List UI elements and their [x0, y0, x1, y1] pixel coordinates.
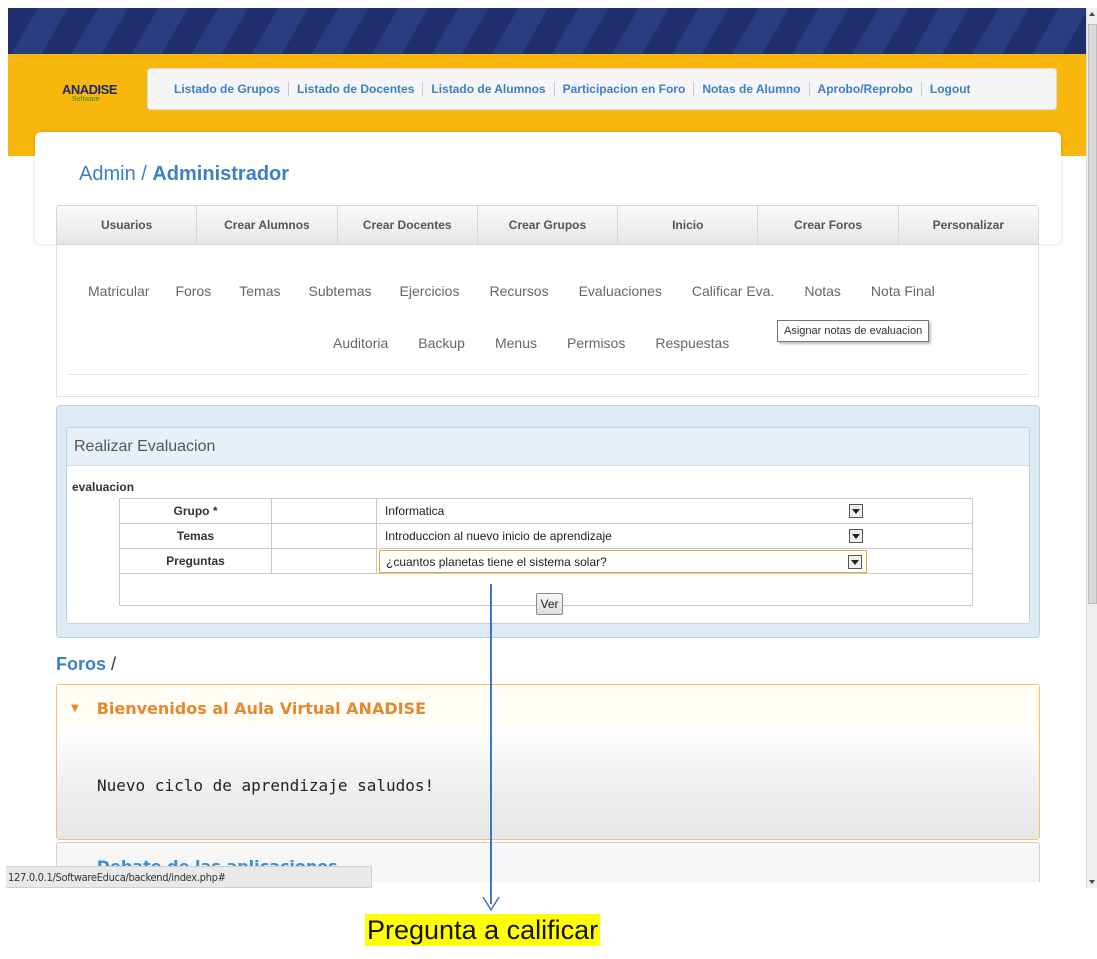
nav-listado-grupos[interactable]: Listado de Grupos [166, 82, 288, 96]
breadcrumb-prefix: Admin / [79, 163, 153, 185]
logo-subtext: Software [72, 96, 100, 103]
logo-text: ANADISE [62, 82, 118, 97]
tab-crear-grupos[interactable]: Crear Grupos [478, 206, 619, 244]
subnav-foros[interactable]: Foros [175, 283, 211, 299]
vertical-scrollbar[interactable] [1086, 8, 1097, 888]
nav-notas-alumno[interactable]: Notas de Alumno [694, 82, 808, 96]
subnav-calificar-eva[interactable]: Calificar Eva. [692, 283, 774, 299]
subnav-notas[interactable]: Notas [804, 283, 841, 299]
subnav-nota-final[interactable]: Nota Final [871, 283, 935, 299]
evaluation-panel-title: Realizar Evaluacion [67, 428, 1029, 466]
top-navigation: Listado de Grupos Listado de Docentes Li… [147, 68, 1057, 110]
foros-title: Foros [56, 654, 107, 674]
field-label-temas: Temas [119, 523, 272, 549]
foros-separator: / [111, 654, 117, 674]
admin-tabs: Usuarios Crear Alumnos Crear Docentes Cr… [56, 205, 1039, 245]
foros-heading: Foros / [56, 654, 116, 675]
forum-accordion-body: Nuevo ciclo de aprendizaje saludos! [57, 731, 1039, 839]
tab-crear-alumnos[interactable]: Crear Alumnos [197, 206, 338, 244]
subnav-subtemas[interactable]: Subtemas [309, 283, 372, 299]
preguntas-select-value: ¿cuantos planetas tiene el sistema solar… [386, 554, 607, 569]
form-label: evaluacion [72, 480, 135, 494]
anadise-logo[interactable]: ANADISE Software [58, 80, 128, 120]
ver-button[interactable]: Ver [536, 593, 563, 615]
subnav-evaluaciones[interactable]: Evaluaciones [579, 283, 662, 299]
forum-accordion-header[interactable]: ▼ Bienvenidos al Aula Virtual ANADISE [57, 685, 1039, 731]
caret-down-icon: ▼ [71, 702, 79, 714]
forum-title: Bienvenidos al Aula Virtual ANADISE [96, 698, 427, 718]
grupo-select-value: Informatica [385, 504, 445, 518]
tab-personalizar[interactable]: Personalizar [899, 206, 1038, 244]
subnav-row-1: Matricular Foros Temas Subtemas Ejercici… [88, 283, 935, 299]
nav-listado-docentes[interactable]: Listado de Docentes [289, 82, 422, 96]
grupo-select[interactable]: Informatica [379, 501, 867, 521]
dropdown-arrow-icon[interactable] [849, 529, 863, 543]
subnav-temas[interactable]: Temas [239, 283, 280, 299]
tab-usuarios[interactable]: Usuarios [57, 206, 198, 244]
browser-status-bar: 127.0.0.1/SoftwareEduca/backend/index.ph… [6, 866, 372, 888]
field-label-preguntas: Preguntas [119, 548, 272, 574]
subnav-permisos[interactable]: Permisos [567, 335, 625, 351]
breadcrumb-current: Administrador [152, 163, 290, 185]
temas-select-value: Introduccion al nuevo inicio de aprendiz… [385, 529, 612, 543]
subnav-backup[interactable]: Backup [418, 335, 465, 351]
subnav-row-2: Auditoria Backup Menus Permisos Respuest… [333, 335, 729, 351]
nav-participacion-foro[interactable]: Participacion en Foro [555, 82, 694, 96]
preguntas-select[interactable]: ¿cuantos planetas tiene el sistema solar… [379, 550, 867, 573]
temas-select[interactable]: Introduccion al nuevo inicio de aprendiz… [379, 526, 867, 546]
tab-crear-foros[interactable]: Crear Foros [758, 206, 899, 244]
nav-logout[interactable]: Logout [922, 82, 979, 96]
arrow-down-icon [482, 896, 500, 912]
form-row-preguntas: Preguntas ¿cuantos planetas tiene el sis… [119, 548, 973, 574]
tab-crear-docentes[interactable]: Crear Docentes [338, 206, 478, 244]
subnav-menus[interactable]: Menus [495, 335, 537, 351]
subnav-auditoria[interactable]: Auditoria [333, 335, 388, 351]
nav-listado-alumnos[interactable]: Listado de Alumnos [423, 82, 553, 96]
tab-inicio[interactable]: Inicio [618, 206, 759, 244]
page-title: Admin / Administrador [79, 163, 289, 186]
evaluation-form: Grupo * Informatica Temas Introduccion a… [119, 498, 973, 606]
annotation-label: Pregunta a calificar [365, 914, 601, 946]
field-label-grupo: Grupo * [119, 498, 272, 524]
scroll-down-icon[interactable] [1089, 880, 1095, 884]
header-banner [8, 8, 1088, 54]
form-row-grupo: Grupo * Informatica [119, 498, 973, 524]
scrollbar-thumb[interactable] [1088, 24, 1097, 604]
dropdown-arrow-icon[interactable] [848, 555, 862, 569]
nav-aprobo-reprobo[interactable]: Aprobo/Reprobo [810, 82, 921, 96]
subnav-ejercicios[interactable]: Ejercicios [400, 283, 460, 299]
tooltip: Asignar notas de evaluacion [777, 320, 930, 342]
form-row-temas: Temas Introduccion al nuevo inicio de ap… [119, 523, 973, 549]
annotation-arrow-line [490, 584, 492, 904]
scroll-up-icon[interactable] [1089, 12, 1095, 16]
forum-message: Nuevo ciclo de aprendizaje saludos! [97, 775, 435, 795]
dropdown-arrow-icon[interactable] [849, 504, 863, 518]
subnav-matricular[interactable]: Matricular [88, 283, 149, 299]
divider [68, 374, 1028, 375]
subnav-respuestas[interactable]: Respuestas [655, 335, 729, 351]
subnav-recursos[interactable]: Recursos [489, 283, 548, 299]
